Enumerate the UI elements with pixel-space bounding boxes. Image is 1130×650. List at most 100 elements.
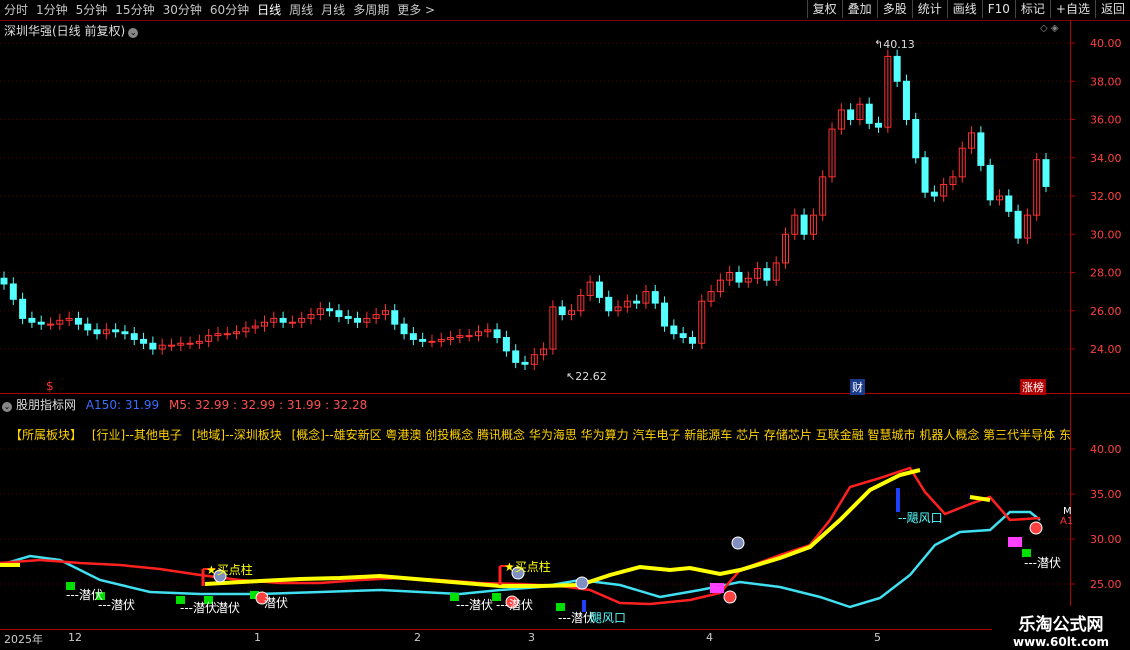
candlestick — [670, 319, 678, 340]
a-tag: A1 — [1060, 516, 1074, 527]
y-tick-label: 40.00 — [1090, 443, 1122, 456]
candlestick — [502, 330, 510, 357]
candlestick — [47, 317, 55, 330]
candlestick — [912, 112, 920, 164]
candlestick — [400, 317, 408, 340]
candlestick — [28, 311, 36, 328]
date-tick-1: 12 — [68, 631, 82, 644]
candlestick — [791, 208, 799, 240]
candlestick — [884, 49, 892, 133]
candlestick — [577, 288, 585, 317]
candlestick — [354, 311, 362, 328]
candlestick — [484, 323, 492, 338]
candlestick — [707, 284, 715, 307]
candlestick — [177, 336, 185, 351]
candlestick — [102, 323, 110, 340]
candlestick — [1014, 204, 1022, 244]
candlestick — [335, 304, 343, 323]
candlestick — [633, 294, 641, 309]
candlestick — [651, 284, 659, 309]
candlestick — [409, 327, 417, 346]
candlestick — [968, 126, 976, 154]
candlestick — [698, 294, 706, 349]
candlestick — [112, 323, 120, 338]
qianfu-text: 潜伏 — [509, 598, 534, 612]
candlestick — [642, 284, 650, 309]
candlestick — [456, 328, 464, 344]
candlestick — [958, 141, 966, 183]
candlestick — [298, 311, 306, 328]
candlestick — [930, 185, 938, 202]
y-tick-label: 38.00 — [1090, 75, 1122, 88]
candlestick — [493, 323, 501, 344]
candlestick — [121, 325, 129, 340]
qianfu-label-3: ---潜伏 — [180, 601, 218, 615]
candlestick — [595, 275, 603, 304]
candlestick — [381, 304, 389, 321]
qianfu-label-2: ---潜伏 — [98, 598, 136, 612]
candlestick — [242, 321, 250, 338]
date-axis: 2025年 12 1 2 3 4 5 — [0, 629, 1070, 649]
watermark-line2: www.60lt.com — [1012, 635, 1110, 649]
candlestick — [763, 261, 771, 286]
fengkou-label-2: --飓风口 — [898, 511, 943, 525]
date-tick-3: 2 — [414, 631, 421, 644]
maidian-text: 买点柱 — [514, 560, 551, 574]
candlestick — [837, 103, 845, 135]
candlestick — [9, 277, 17, 306]
candlestick — [1033, 152, 1041, 221]
y-tick-label: 32.00 — [1090, 190, 1122, 203]
candlestick — [605, 290, 613, 317]
cai-marker[interactable]: 财 — [850, 379, 865, 395]
candlestick — [772, 256, 780, 286]
watermark-line1: 乐淘公式网 — [1018, 615, 1104, 635]
candlestick — [316, 302, 324, 321]
qianfu-label-9: ---潜伏 — [1024, 556, 1062, 570]
maidian-text: 买点柱 — [216, 563, 253, 577]
magenta-marker — [1008, 537, 1022, 547]
candlestick — [995, 189, 1003, 206]
candlestick — [744, 271, 752, 288]
fengkou-text: 飓风口 — [590, 611, 627, 625]
chart-canvas[interactable]: 40.00 38.00 36.00 34.00 32.00 30.00 28.00 26.00… — [0, 0, 1130, 650]
candlestick — [93, 323, 101, 340]
candlestick — [56, 313, 64, 330]
low-label: ↖22.62 — [566, 370, 607, 383]
candlestick — [847, 103, 855, 126]
candlestick — [614, 300, 622, 317]
candlestick — [130, 327, 138, 346]
candlestick — [251, 319, 259, 334]
candlestick — [586, 275, 594, 302]
candlestick — [623, 294, 631, 313]
candlestick — [158, 338, 166, 355]
signal-badge-icon — [731, 536, 745, 550]
low-value: 22.62 — [575, 370, 607, 383]
qianfu-text: 潜伏 — [193, 601, 218, 615]
candlestick — [288, 315, 296, 328]
qianfu-text: 潜伏 — [111, 598, 136, 612]
candlestick — [74, 311, 82, 330]
candlestick — [1005, 189, 1013, 218]
candlestick — [474, 325, 482, 342]
candlestick — [19, 292, 27, 325]
y-tick-label: 40.00 — [1090, 37, 1122, 50]
candlestick — [800, 208, 808, 240]
y-tick-label: 30.00 — [1090, 228, 1122, 241]
candlestick — [986, 158, 994, 206]
candlestick — [344, 309, 352, 325]
dollar-marker[interactable]: $ — [46, 379, 54, 393]
candlestick — [0, 271, 8, 290]
candlestick — [661, 296, 669, 332]
candlestick — [1023, 208, 1031, 244]
zhangting-marker[interactable]: 涨榜 — [1020, 379, 1046, 395]
y-tick-label: 28.00 — [1090, 267, 1122, 280]
candlestick — [140, 332, 148, 349]
maidian-label-2: ★买点柱 — [504, 560, 551, 574]
candlestick — [512, 344, 520, 369]
candlestick — [372, 307, 380, 325]
signal-badge-icon — [723, 590, 737, 604]
candlestick — [549, 300, 557, 355]
signal-badge-icon — [575, 576, 589, 590]
y-tick-label: 34.00 — [1090, 152, 1122, 165]
candlestick — [261, 315, 268, 332]
